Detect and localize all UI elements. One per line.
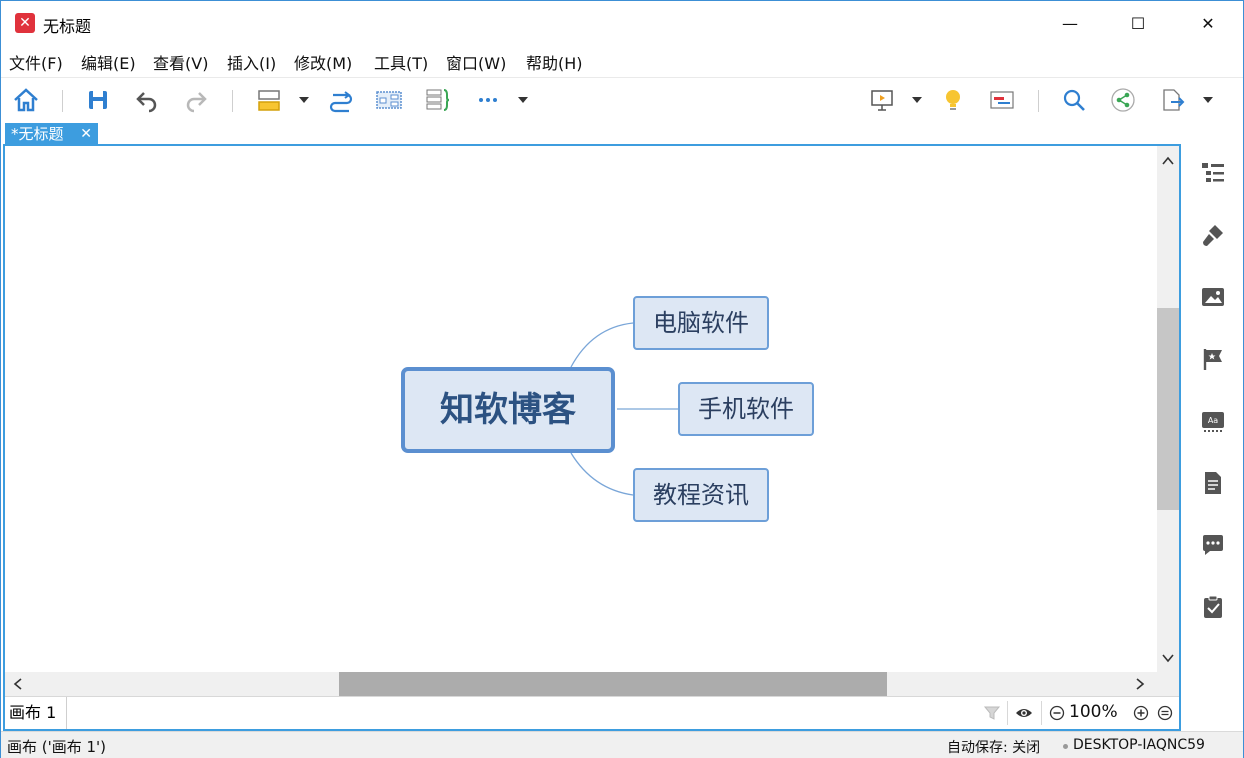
home-icon[interactable]	[12, 86, 40, 114]
toolbar-divider	[232, 90, 233, 112]
title-bar: ✕ 无标题 — ☐ ✕	[1, 1, 1243, 45]
chevron-down-icon[interactable]	[297, 92, 311, 106]
text-style-icon[interactable]: Aa	[1200, 408, 1226, 434]
scroll-right-icon[interactable]	[1133, 677, 1147, 691]
close-button[interactable]: ✕	[1185, 9, 1231, 39]
svg-text:Aa: Aa	[1208, 416, 1218, 425]
chevron-down-icon[interactable]	[910, 92, 924, 106]
zoom-out-icon[interactable]	[1048, 704, 1066, 722]
divider	[1007, 701, 1008, 725]
sheet-tab[interactable]: 画布 1	[5, 697, 67, 729]
chevron-down-icon[interactable]	[516, 92, 530, 106]
brainstorm-icon[interactable]	[939, 86, 967, 114]
scroll-down-icon[interactable]	[1161, 651, 1175, 665]
scroll-corner	[1157, 672, 1179, 696]
xmind-logo-icon: ✕	[15, 13, 35, 33]
close-icon[interactable]: ✕	[80, 123, 92, 145]
menu-window[interactable]: 窗口(W)	[446, 50, 506, 74]
minimize-button[interactable]: —	[1047, 9, 1093, 39]
menu-file[interactable]: 文件(F)	[9, 50, 63, 74]
gantt-icon[interactable]	[988, 86, 1016, 114]
central-topic[interactable]: 知软博客	[401, 367, 615, 453]
task-icon[interactable]	[1200, 594, 1226, 620]
notes-icon[interactable]	[1200, 470, 1226, 496]
menu-bar: 文件(F) 编辑(E) 查看(V) 插入(I) 修改(M) 工具(T) 窗口(W…	[1, 45, 1243, 75]
host-name: DESKTOP-IAQNC59	[1073, 737, 1205, 753]
document-tab[interactable]: *无标题 ✕	[5, 123, 98, 145]
zoom-level: 100%	[1069, 702, 1118, 722]
toolbar-divider	[1038, 90, 1039, 112]
redo-icon[interactable]	[182, 86, 210, 114]
share-icon[interactable]	[1109, 86, 1137, 114]
window-title: 无标题	[43, 17, 92, 36]
maximize-button[interactable]: ☐	[1115, 9, 1161, 39]
main-topic[interactable]: 手机软件	[678, 382, 814, 436]
more-icon[interactable]	[474, 86, 502, 114]
vertical-scrollbar[interactable]	[1157, 146, 1179, 672]
toolbar-divider	[62, 90, 63, 112]
menu-edit[interactable]: 编辑(E)	[81, 50, 136, 74]
menu-view[interactable]: 查看(V)	[153, 50, 208, 74]
boundary-icon[interactable]	[375, 86, 403, 114]
horizontal-scroll-thumb[interactable]	[339, 672, 887, 696]
autosave-status[interactable]: 自动保存: 关闭	[947, 737, 1040, 757]
sheet-bar: 画布 1 100%	[5, 696, 1179, 729]
app-window: ✕ 无标题 — ☐ ✕ 文件(F) 编辑(E) 查看(V) 插入(I) 修改(M…	[0, 0, 1244, 758]
menu-modify[interactable]: 修改(M)	[294, 50, 352, 74]
status-dot-icon	[1063, 744, 1068, 749]
summary-icon[interactable]	[424, 86, 452, 114]
image-icon[interactable]	[1200, 284, 1226, 310]
mindmap-canvas[interactable]: 知软博客 电脑软件 手机软件 教程资讯	[5, 146, 1157, 672]
scroll-left-icon[interactable]	[11, 677, 25, 691]
eye-icon[interactable]	[1015, 704, 1033, 722]
main-topic[interactable]: 电脑软件	[633, 296, 769, 350]
undo-icon[interactable]	[133, 86, 161, 114]
editor-frame: 知软博客 电脑软件 手机软件 教程资讯 画布 1 100%	[3, 144, 1181, 731]
fit-map-icon[interactable]	[1156, 704, 1174, 722]
comment-icon[interactable]	[1200, 532, 1226, 558]
main-topic[interactable]: 教程资讯	[633, 468, 769, 522]
format-brush-icon[interactable]	[1200, 222, 1226, 248]
save-icon[interactable]	[84, 86, 112, 114]
chevron-down-icon[interactable]	[1201, 92, 1215, 106]
scroll-up-icon[interactable]	[1161, 154, 1175, 168]
document-tab-strip: *无标题 ✕	[1, 123, 1243, 145]
menu-tools[interactable]: 工具(T)	[374, 50, 428, 74]
outline-icon[interactable]	[1200, 160, 1226, 186]
divider	[1041, 701, 1042, 725]
status-sheet-info: 画布 ('画布 1')	[7, 738, 107, 756]
menu-insert[interactable]: 插入(I)	[227, 50, 276, 74]
filter-icon[interactable]	[983, 704, 1001, 722]
marker-flag-icon[interactable]	[1200, 346, 1226, 372]
document-tab-label: *无标题	[11, 125, 64, 143]
relationship-icon[interactable]	[327, 86, 355, 114]
menu-help[interactable]: 帮助(H)	[526, 50, 583, 74]
toolbar	[1, 77, 1243, 121]
property-sidebar: Aa	[1183, 144, 1243, 731]
presentation-icon[interactable]	[868, 86, 896, 114]
zoom-in-icon[interactable]	[1132, 704, 1150, 722]
topic-style-icon[interactable]	[255, 86, 283, 114]
horizontal-scrollbar[interactable]	[5, 672, 1157, 696]
export-icon[interactable]	[1158, 86, 1186, 114]
vertical-scroll-thumb[interactable]	[1157, 308, 1179, 510]
search-icon[interactable]	[1060, 86, 1088, 114]
status-bar: 画布 ('画布 1') 自动保存: 关闭 DESKTOP-IAQNC59	[1, 731, 1243, 758]
